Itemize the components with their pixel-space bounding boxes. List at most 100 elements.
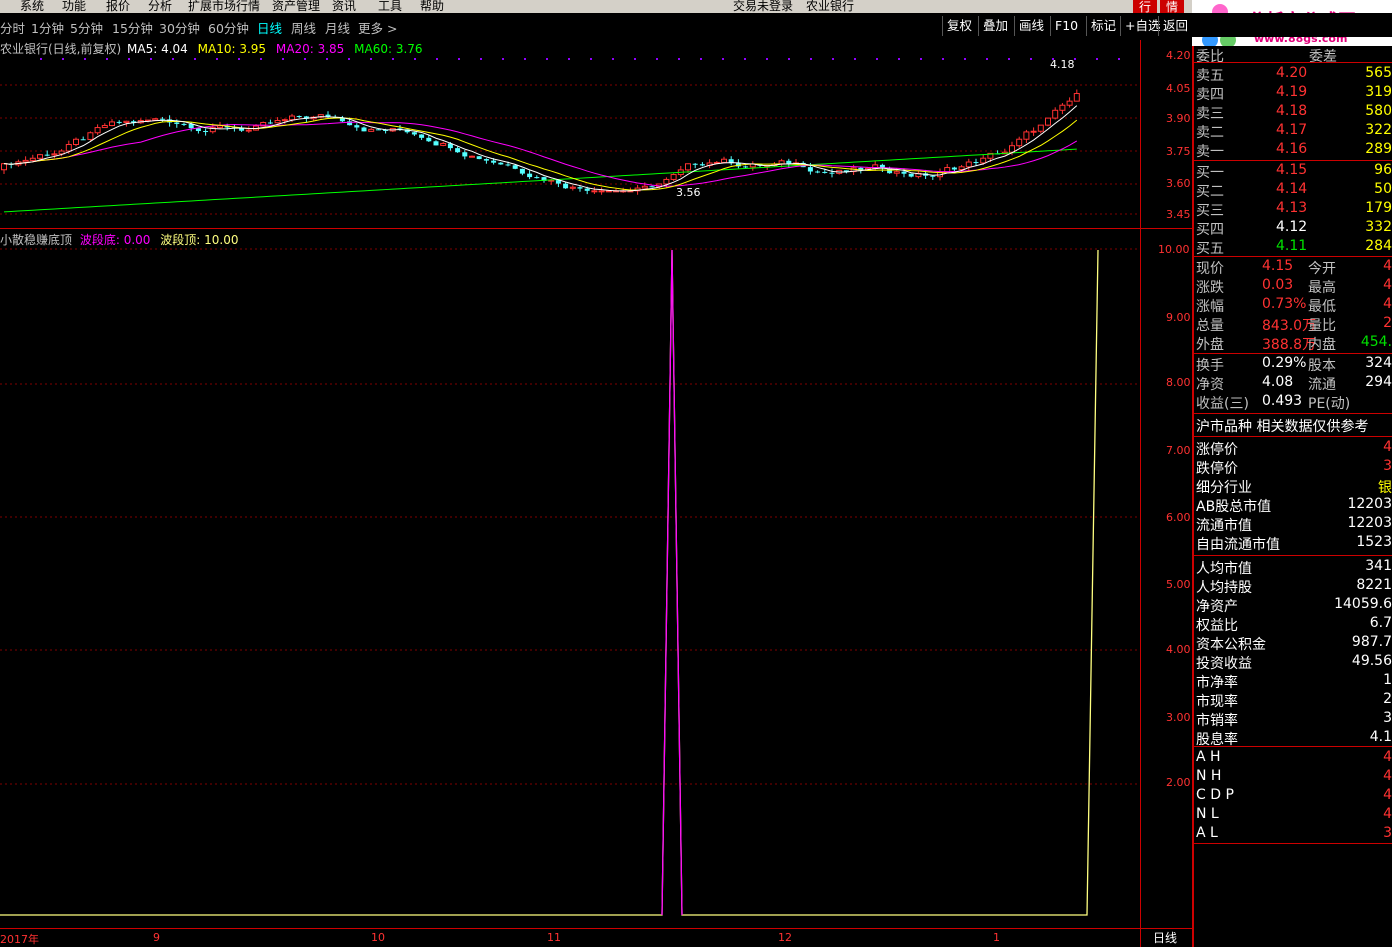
back-button[interactable]: 返回: [1158, 16, 1192, 36]
candle-body: [641, 185, 648, 189]
adjust-button[interactable]: 复权: [942, 16, 976, 36]
period-daily[interactable]: 日线: [257, 18, 282, 37]
candle-body: [1, 163, 7, 171]
candle-body: [469, 155, 475, 158]
signal-dot: [942, 58, 944, 60]
bid-row: 买五 4.11 284: [1194, 238, 1392, 257]
signal-dot: [1118, 58, 1120, 60]
f10-button[interactable]: F10: [1050, 16, 1082, 36]
candle-body: [1023, 131, 1030, 140]
candlestick-chart[interactable]: 4.18 3.56: [0, 52, 1140, 228]
quote-stat-row: 涨幅 0.73% 最低 4: [1194, 296, 1392, 315]
level-label: A H: [1196, 749, 1221, 765]
candle-body: [44, 154, 50, 156]
x-axis-label: 12: [778, 931, 792, 944]
candle-body: [51, 153, 58, 156]
candle-body: [1045, 117, 1051, 126]
candle-body: [527, 173, 533, 178]
wave-bottom-line: [661, 249, 683, 916]
stat-label-2: PE(动): [1308, 396, 1351, 412]
candle-body: [663, 178, 670, 185]
ma10-line: [3, 117, 1078, 191]
period-5min[interactable]: 5分钟: [70, 18, 103, 37]
menu-extended-market[interactable]: 扩展市场行情: [188, 0, 260, 13]
info-label: 流通市值: [1196, 518, 1252, 534]
candle-body: [375, 129, 381, 131]
period-monthly[interactable]: 月线: [325, 18, 350, 37]
level-label: C D P: [1196, 787, 1234, 803]
indicator-chart[interactable]: [0, 244, 1140, 928]
candle-body: [65, 144, 72, 152]
period-weekly[interactable]: 周线: [291, 18, 316, 37]
menu-function[interactable]: 功能: [62, 0, 86, 13]
tab-market-1[interactable]: 行: [1133, 0, 1158, 13]
ask-level-label: 卖二: [1196, 125, 1224, 141]
stat-value: 0.73%: [1262, 296, 1307, 312]
candle-body: [519, 168, 525, 174]
period-60min[interactable]: 60分钟: [208, 18, 249, 37]
overlay-button[interactable]: 叠加: [978, 16, 1012, 36]
info-value: 3: [1383, 458, 1392, 474]
candle-body: [239, 128, 245, 131]
order-ratio-label: 委比: [1196, 49, 1224, 65]
stat-value-2: 4: [1383, 258, 1392, 274]
candle-body: [296, 116, 302, 118]
candle-body: [901, 171, 907, 174]
menu-analysis[interactable]: 分析: [148, 0, 172, 13]
menu-help[interactable]: 帮助: [420, 0, 444, 13]
period-1min[interactable]: 1分钟: [31, 18, 64, 37]
mark-button[interactable]: 标记: [1086, 16, 1120, 36]
info-label: AB股总市值: [1196, 499, 1272, 515]
period-intraday[interactable]: 分时: [0, 18, 25, 37]
indicator-y-tick: 8.00: [1166, 376, 1191, 389]
menu-tools[interactable]: 工具: [378, 0, 402, 13]
signal-dot: [920, 58, 922, 60]
candle-body: [354, 125, 360, 128]
info-label: 市销率: [1196, 713, 1238, 729]
pane-divider: [0, 228, 1192, 229]
stat-value: 0.03: [1262, 277, 1294, 293]
menu-news[interactable]: 资讯: [332, 0, 356, 13]
bid-volume: 284: [1365, 238, 1392, 254]
stat-label-2: 内盘: [1308, 337, 1336, 353]
candle-body: [786, 160, 792, 164]
technical-level-row: C D P 4: [1194, 787, 1392, 806]
signal-dot: [84, 58, 86, 60]
candle-body: [1016, 138, 1023, 147]
signal-dot: [854, 58, 856, 60]
menu-quote[interactable]: 报价: [106, 0, 130, 13]
trade-login-status[interactable]: 交易未登录: [733, 0, 793, 13]
bid-volume: 96: [1374, 162, 1392, 178]
quote-stat-row: 收益(三) 0.493 PE(动): [1194, 393, 1392, 412]
candle-body: [951, 167, 957, 170]
candle-body: [498, 162, 504, 165]
tab-market-2[interactable]: 情: [1160, 0, 1185, 13]
stat-value: 0.493: [1262, 393, 1303, 409]
signal-dot: [458, 58, 460, 60]
bid-level-label: 买三: [1196, 203, 1224, 219]
quote-stat-row: 涨跌 0.03 最高 4: [1194, 277, 1392, 296]
stat-label: 现价: [1196, 261, 1224, 277]
ask-price: 4.19: [1276, 84, 1308, 100]
candle-body: [1066, 100, 1073, 106]
period-15min[interactable]: 15分钟: [112, 18, 153, 37]
candle-body: [101, 125, 108, 129]
quote-stat-row: 外盘 388.8万 内盘 454.: [1194, 334, 1392, 353]
candle-body: [822, 171, 828, 173]
financial-info-row: 资本公积金 987.7: [1194, 634, 1392, 653]
ask-level-label: 卖四: [1196, 87, 1224, 103]
menu-asset-management[interactable]: 资产管理: [272, 0, 320, 13]
signal-dot: [260, 58, 262, 60]
menu-system[interactable]: 系统: [20, 0, 44, 13]
draw-line-button[interactable]: 画线: [1014, 16, 1048, 36]
financial-info-row: 市现率 2: [1194, 691, 1392, 710]
bid-price: 4.11: [1276, 238, 1308, 254]
technical-level-row: A L 3: [1194, 825, 1392, 844]
period-30min[interactable]: 30分钟: [159, 18, 200, 37]
signal-dot: [1030, 58, 1032, 60]
indicator-y-tick: 10.00: [1158, 243, 1190, 256]
candle-body: [267, 122, 273, 124]
period-more[interactable]: 更多 >: [358, 18, 397, 37]
stat-label-2: 最高: [1308, 280, 1336, 296]
level-label: N H: [1196, 768, 1222, 784]
